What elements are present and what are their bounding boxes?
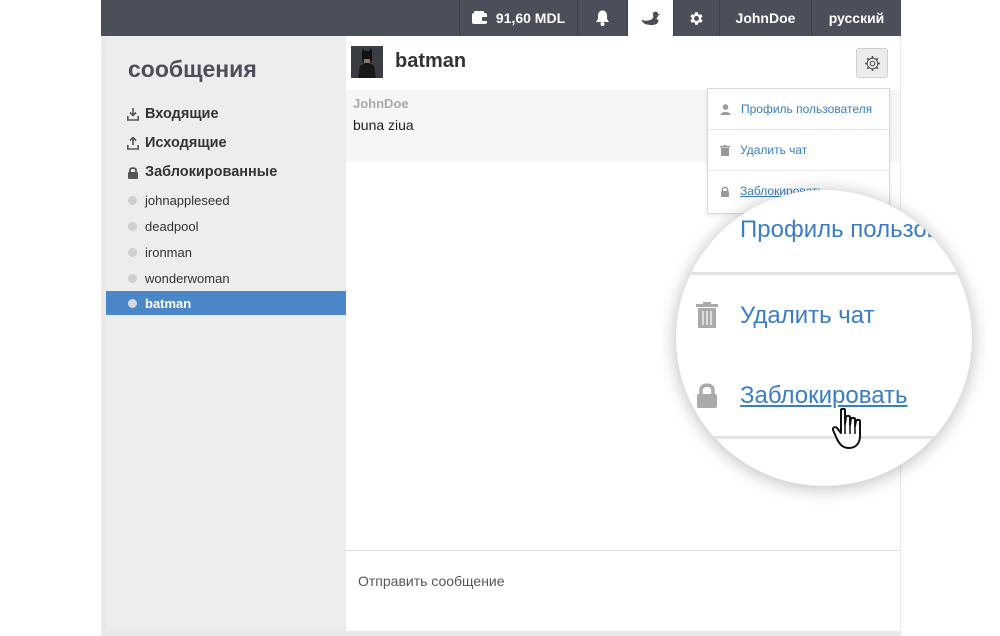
- contact-item-wonderwoman[interactable]: wonderwoman: [106, 266, 346, 290]
- zoomed-block-label[interactable]: Заблокировать: [740, 382, 908, 410]
- language-button[interactable]: русский: [811, 0, 901, 36]
- message-text: buna ziua: [353, 117, 414, 133]
- gear-icon: [690, 11, 703, 25]
- status-dot: [128, 298, 137, 308]
- hand-cursor-icon: [832, 408, 861, 449]
- user-menu-button[interactable]: JohnDoe: [719, 0, 811, 36]
- duck-button[interactable]: [627, 0, 673, 36]
- menu-item-label: Удалить чат: [740, 143, 808, 157]
- contact-name: deadpool: [145, 218, 199, 234]
- duck-icon: [641, 11, 660, 25]
- zoom-magnifier: Профиль пользователя Удалить чат Заблоки…: [676, 190, 972, 486]
- user-icon: [720, 103, 731, 115]
- message-input[interactable]: Отправить сообщение: [346, 550, 900, 631]
- status-dot: [128, 247, 137, 257]
- bell-icon: [596, 10, 609, 26]
- sidebar-item-outbox[interactable]: Исходящие: [127, 135, 227, 151]
- gear-icon: [864, 55, 880, 71]
- username-label: JohnDoe: [735, 10, 796, 26]
- zoomed-delete-label: Удалить чат: [740, 302, 875, 329]
- contact-name: batman: [145, 295, 192, 311]
- sidebar-item-label: Входящие: [145, 106, 219, 122]
- sidebar-item-blocked[interactable]: Заблокированные: [127, 164, 277, 180]
- balance-button[interactable]: 91,60 MDL: [459, 0, 577, 36]
- language-label: русский: [828, 10, 885, 26]
- settings-button[interactable]: [673, 0, 719, 36]
- outbox-upload-icon: [127, 136, 139, 150]
- lock-icon: [128, 166, 138, 179]
- contact-item-deadpool[interactable]: deadpool: [106, 214, 346, 238]
- top-navigation-bar: 91,60 MDL JohnDoe русский: [101, 0, 901, 36]
- avatar: [351, 46, 383, 78]
- chat-header: batman: [346, 36, 900, 90]
- trash-icon: [696, 302, 718, 328]
- balance-amount: 91,60 MDL: [495, 10, 566, 26]
- contact-name: johnappleseed: [145, 192, 230, 208]
- messages-sidebar: сообщения Входящие Исходящие Заблокирова…: [106, 36, 346, 630]
- inbox-download-icon: [127, 107, 139, 121]
- chat-settings-button[interactable]: [856, 48, 888, 78]
- sidebar-item-label: Заблокированные: [145, 164, 278, 180]
- contact-name: wonderwoman: [145, 270, 230, 286]
- menu-item-profile[interactable]: Профиль пользователя: [708, 89, 889, 129]
- trash-icon: [720, 144, 730, 156]
- menu-divider: [676, 436, 972, 439]
- notifications-button[interactable]: [577, 0, 627, 36]
- zoomed-profile-label: Профиль пользователя: [740, 216, 972, 243]
- sidebar-item-label: Исходящие: [145, 135, 227, 151]
- lock-icon: [697, 383, 717, 408]
- contact-name: ironman: [145, 244, 192, 260]
- menu-item-label: Профиль пользователя: [741, 102, 873, 116]
- menu-item-delete-chat[interactable]: Удалить чат: [708, 130, 889, 170]
- status-dot: [128, 195, 137, 205]
- contact-item-ironman[interactable]: ironman: [106, 240, 346, 264]
- lock-icon: [721, 186, 729, 197]
- status-dot: [128, 221, 137, 231]
- status-dot: [128, 273, 137, 283]
- contact-item-johnappleseed[interactable]: johnappleseed: [106, 188, 346, 212]
- sidebar-item-inbox[interactable]: Входящие: [127, 106, 219, 122]
- sidebar-title: сообщения: [128, 56, 257, 82]
- chat-title: batman: [395, 50, 467, 72]
- message-input-placeholder: Отправить сообщение: [358, 573, 505, 589]
- wallet-icon: [471, 11, 489, 24]
- contact-item-batman[interactable]: batman: [106, 291, 346, 315]
- message-author: JohnDoe: [353, 96, 409, 111]
- menu-divider: [676, 272, 972, 275]
